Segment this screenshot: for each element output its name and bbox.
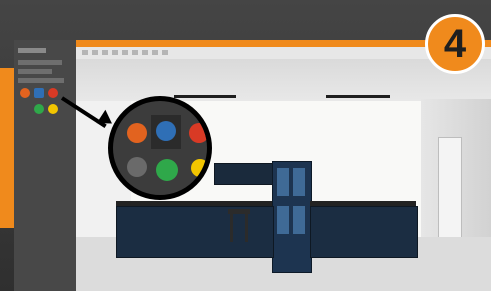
- tall-glass-cabinet[interactable]: [272, 161, 312, 273]
- tool-icon[interactable]: [92, 50, 98, 55]
- upper-cabinet[interactable]: [214, 163, 274, 185]
- color-swatch-red[interactable]: [48, 88, 58, 98]
- tool-icon[interactable]: [152, 50, 158, 55]
- panel-field[interactable]: [18, 69, 52, 74]
- color-swatch-orange[interactable]: [20, 88, 30, 98]
- color-swatch-yellow[interactable]: [191, 159, 207, 177]
- color-swatch-green[interactable]: [156, 159, 178, 181]
- ceiling-light: [174, 95, 236, 98]
- bar-stool-leg: [245, 214, 248, 242]
- color-swatch-blue[interactable]: [156, 121, 176, 141]
- ceiling-light: [326, 95, 390, 98]
- app-logo: [18, 48, 46, 53]
- bar-stool-leg: [230, 214, 233, 242]
- color-swatch-green[interactable]: [34, 104, 44, 114]
- panel-field[interactable]: [18, 78, 64, 83]
- tool-icon[interactable]: [122, 50, 128, 55]
- tool-icon[interactable]: [112, 50, 118, 55]
- sidebar-panel: [14, 40, 76, 291]
- color-swatch-gray[interactable]: [127, 157, 147, 177]
- door: [438, 137, 462, 249]
- step-badge: 4: [425, 14, 485, 74]
- color-swatch-blue[interactable]: [34, 88, 44, 98]
- color-palette-zoom: [108, 96, 212, 200]
- base-cabinets[interactable]: [116, 206, 274, 258]
- ceiling: [76, 59, 491, 101]
- color-swatch-yellow[interactable]: [48, 104, 58, 114]
- tool-icon[interactable]: [102, 50, 108, 55]
- base-cabinets[interactable]: [310, 206, 418, 258]
- color-swatch-orange[interactable]: [127, 123, 147, 143]
- tool-icon[interactable]: [132, 50, 138, 55]
- color-swatch-red[interactable]: [189, 123, 207, 143]
- tool-icon[interactable]: [142, 50, 148, 55]
- app-screen: [14, 40, 491, 291]
- panel-field[interactable]: [18, 60, 62, 65]
- title-bar: [14, 40, 491, 47]
- tool-icon[interactable]: [162, 50, 168, 55]
- tool-icon[interactable]: [82, 50, 88, 55]
- accent-tab: [0, 68, 14, 228]
